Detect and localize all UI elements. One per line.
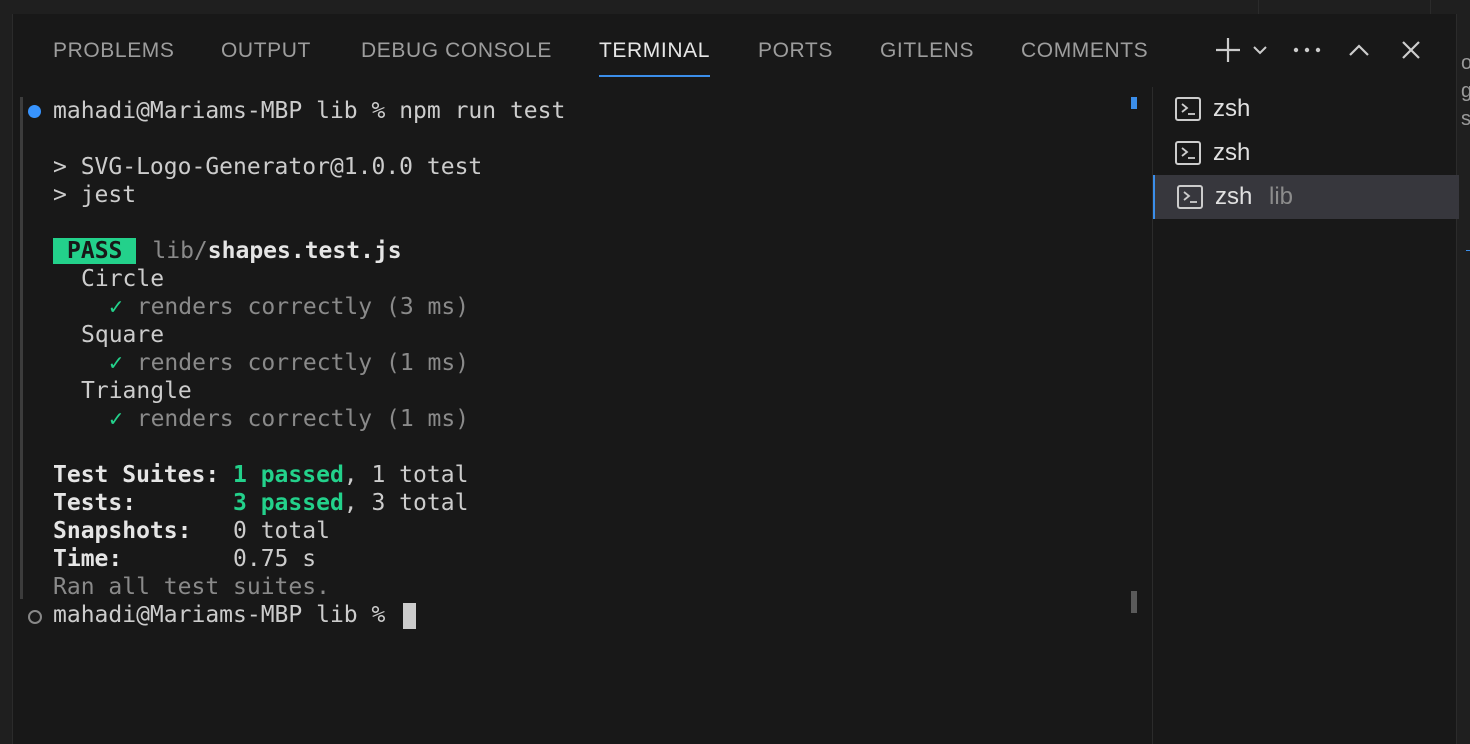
test-file-line: PASS lib/shapes.test.js	[53, 237, 402, 265]
test-result-line: ✓ renders correctly (1 ms)	[109, 349, 469, 377]
summary-label: Tests:	[53, 490, 234, 516]
session-name: zsh	[1213, 95, 1251, 122]
summary-label: Snapshots:	[53, 518, 234, 544]
summary-tests: Tests: 3 passed, 3 total	[53, 489, 468, 517]
right-edge-editor: o g s	[1456, 14, 1470, 744]
prompt-text: mahadi@Mariams-MBP lib %	[53, 602, 400, 628]
summary-passed: 3 passed	[233, 490, 344, 516]
summary-value: 0.75 s	[233, 546, 317, 572]
command-line: mahadi@Mariams-MBP lib % npm run test	[53, 97, 565, 125]
top-divider	[1430, 0, 1431, 14]
tab-comments[interactable]: COMMENTS	[1021, 39, 1148, 63]
chevron-down-icon[interactable]	[1250, 35, 1270, 65]
chevron-up-icon[interactable]	[1346, 35, 1372, 65]
command-success-decoration[interactable]	[28, 105, 41, 118]
script-line: > SVG-Logo-Generator@1.0.0 test	[53, 154, 483, 180]
test-result: renders correctly (1 ms)	[136, 350, 470, 376]
suite-name: Triangle	[81, 378, 192, 404]
terminal-session-list: zsh zsh zsh lib	[1152, 87, 1459, 744]
scroll-marker	[1131, 591, 1137, 613]
terminal-panel: PROBLEMS OUTPUT DEBUG CONSOLE TERMINAL P…	[13, 15, 1459, 744]
terminal-cursor	[403, 602, 417, 629]
check-icon: ✓	[109, 294, 123, 320]
session-cwd: lib	[1269, 183, 1294, 210]
session-item-selected[interactable]: zsh lib	[1153, 175, 1459, 219]
prompt-text: mahadi@Mariams-MBP lib %	[53, 98, 400, 124]
summary-passed: 1 passed	[233, 462, 344, 488]
ellipsis-icon[interactable]	[1292, 35, 1322, 65]
test-path-file: shapes.test.js	[207, 238, 402, 264]
tab-debug-console[interactable]: DEBUG CONSOLE	[361, 39, 552, 63]
summary-label: Test Suites:	[53, 462, 234, 488]
summary-total: , 1 total	[343, 462, 469, 488]
command-pending-decoration[interactable]	[28, 610, 42, 624]
ran-all-line: Ran all test suites.	[53, 574, 330, 600]
session-name: zsh	[1213, 139, 1251, 166]
clipped-glyph: g	[1461, 80, 1470, 103]
clipped-glyph: o	[1461, 52, 1470, 75]
summary-total: , 3 total	[343, 490, 469, 516]
test-result: renders correctly (1 ms)	[136, 406, 470, 432]
left-edge	[0, 14, 13, 744]
session-item[interactable]: zsh	[1153, 131, 1457, 175]
test-result: renders correctly (3 ms)	[136, 294, 470, 320]
terminal-icon	[1177, 185, 1203, 209]
tab-problems[interactable]: PROBLEMS	[53, 39, 175, 63]
summary-snapshots: Snapshots: 0 total	[53, 517, 330, 545]
terminal-icon	[1175, 97, 1201, 121]
editor-top-strip	[0, 0, 1470, 14]
session-name: zsh	[1215, 183, 1253, 210]
test-path-dir: lib/	[152, 238, 208, 264]
close-icon[interactable]	[1398, 35, 1424, 65]
summary-time: Time: 0.75 s	[53, 545, 316, 573]
suite-name: Square	[81, 322, 165, 348]
top-divider	[1258, 0, 1259, 14]
clipped-glyph: s	[1461, 108, 1470, 130]
pass-badge: PASS	[53, 238, 137, 264]
clipped-tab-marker	[1466, 250, 1470, 251]
tab-ports[interactable]: PORTS	[758, 39, 833, 63]
command-group-bar	[20, 97, 23, 599]
plus-icon[interactable]	[1213, 35, 1243, 65]
jest-line: > jest	[53, 182, 137, 208]
check-icon: ✓	[109, 406, 123, 432]
summary-suites: Test Suites: 1 passed, 1 total	[53, 461, 468, 489]
panel-tabs: PROBLEMS OUTPUT DEBUG CONSOLE TERMINAL P…	[13, 15, 1456, 87]
tab-terminal[interactable]: TERMINAL	[599, 39, 710, 77]
scroll-marker	[1131, 97, 1137, 109]
summary-label: Time:	[53, 546, 234, 572]
test-result-line: ✓ renders correctly (3 ms)	[109, 293, 469, 321]
session-item[interactable]: zsh	[1153, 87, 1457, 131]
check-icon: ✓	[109, 350, 123, 376]
tab-output[interactable]: OUTPUT	[221, 39, 311, 63]
terminal-icon	[1175, 141, 1201, 165]
terminal-output[interactable]: mahadi@Mariams-MBP lib % npm run test > …	[13, 87, 1151, 744]
final-prompt-line: mahadi@Mariams-MBP lib %	[53, 601, 417, 629]
tab-gitlens[interactable]: GITLENS	[880, 39, 974, 63]
command-text: npm run test	[399, 98, 566, 124]
suite-name: Circle	[81, 266, 165, 292]
test-result-line: ✓ renders correctly (1 ms)	[109, 405, 469, 433]
summary-value: 0 total	[233, 518, 330, 544]
